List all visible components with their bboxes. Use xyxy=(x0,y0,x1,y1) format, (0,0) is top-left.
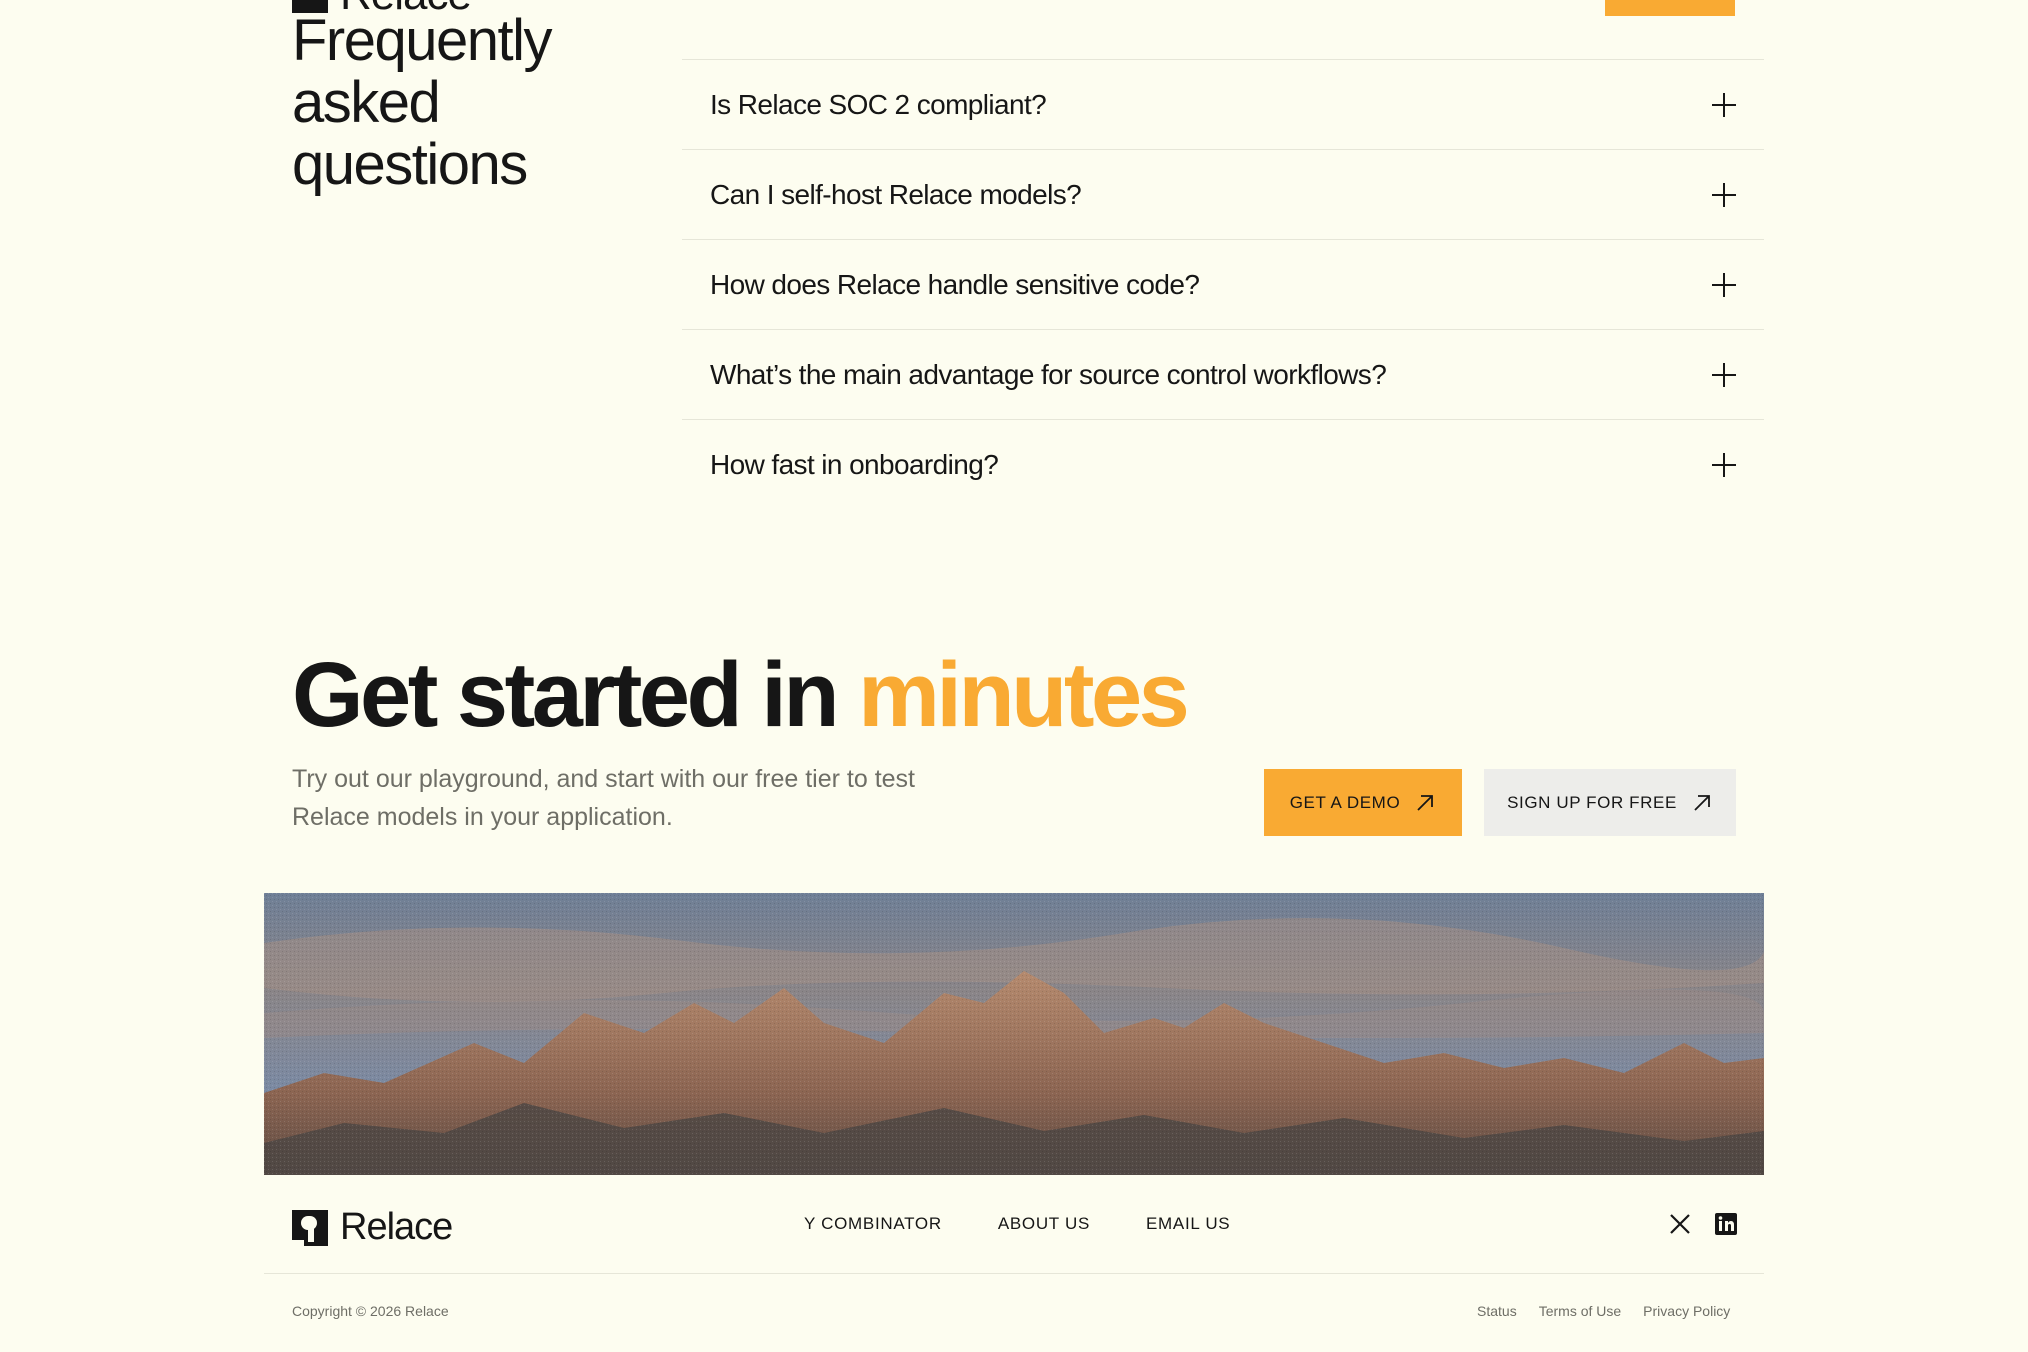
sign-up-label: SIGN UP FOR FREE xyxy=(1507,792,1677,812)
cta-subtitle: Try out our playground, and start with o… xyxy=(292,765,915,831)
faq-item[interactable]: Is Relace SOC 2 compliant? xyxy=(682,59,1764,149)
page: Relace Frequently asked questions Is Rel… xyxy=(0,0,2028,1352)
faq-title: Frequently asked questions xyxy=(292,8,553,197)
footer-link-privacy[interactable]: Privacy Policy xyxy=(1643,1303,1730,1319)
plus-icon[interactable] xyxy=(1712,272,1736,297)
footer-nav: Y COMBINATOR ABOUT US EMAIL US xyxy=(804,1214,1230,1234)
plus-icon[interactable] xyxy=(1712,182,1736,207)
footer-link-email-us[interactable]: EMAIL US xyxy=(1146,1214,1230,1234)
faq-question: Is Relace SOC 2 compliant? xyxy=(710,88,1047,120)
footer-link-y-combinator[interactable]: Y COMBINATOR xyxy=(804,1214,942,1234)
get-demo-label: GET A DEMO xyxy=(1289,792,1401,812)
arrow-up-right-icon xyxy=(1694,794,1710,811)
cta-heading: Get started in minutes xyxy=(292,644,1190,746)
copyright: Copyright © 2026 Relace xyxy=(292,1303,449,1319)
faq-question: How does Relace handle sensitive code? xyxy=(710,268,1200,300)
x-icon[interactable] xyxy=(1668,1212,1692,1236)
faq-question: How fast in onboarding? xyxy=(710,448,999,480)
faq-question: Can I self-host Relace models? xyxy=(710,178,1082,210)
social-links xyxy=(1668,1212,1738,1236)
faq-item[interactable]: How fast in onboarding? xyxy=(682,419,1764,509)
footer-link-status[interactable]: Status xyxy=(1477,1303,1517,1319)
plus-icon[interactable] xyxy=(1712,92,1736,117)
plus-icon[interactable] xyxy=(1712,452,1736,477)
footer-logo[interactable]: Relace xyxy=(292,1206,453,1249)
faq-item[interactable]: What’s the main advantage for source con… xyxy=(682,329,1764,419)
plus-icon[interactable] xyxy=(1712,362,1736,387)
footer-divider xyxy=(264,1273,1764,1274)
faq-item[interactable]: Can I self-host Relace models? xyxy=(682,149,1764,239)
faq-question: What’s the main advantage for source con… xyxy=(710,358,1387,390)
footer-link-terms[interactable]: Terms of Use xyxy=(1539,1303,1621,1319)
footer-brand: Relace xyxy=(340,1206,453,1248)
linkedin-icon[interactable] xyxy=(1714,1212,1738,1236)
relace-logo-icon xyxy=(292,1209,328,1246)
legal-links: Status Terms of Use Privacy Policy xyxy=(1477,1303,1730,1319)
header-cta-button[interactable] xyxy=(1605,0,1735,16)
cta-heading-main: Get started in xyxy=(292,644,859,746)
faq-item[interactable]: How does Relace handle sensitive code? xyxy=(682,239,1764,329)
arrow-up-right-icon xyxy=(1417,794,1434,811)
faq-list: Is Relace SOC 2 compliant? Can I self-ho… xyxy=(682,59,1764,509)
sign-up-button[interactable]: SIGN UP FOR FREE xyxy=(1484,769,1736,836)
cta-heading-accent: minutes xyxy=(858,644,1190,746)
get-demo-button[interactable]: GET A DEMO xyxy=(1264,769,1462,836)
footer-link-about-us[interactable]: ABOUT US xyxy=(998,1214,1090,1234)
mountain-landscape-image xyxy=(264,893,1764,1175)
